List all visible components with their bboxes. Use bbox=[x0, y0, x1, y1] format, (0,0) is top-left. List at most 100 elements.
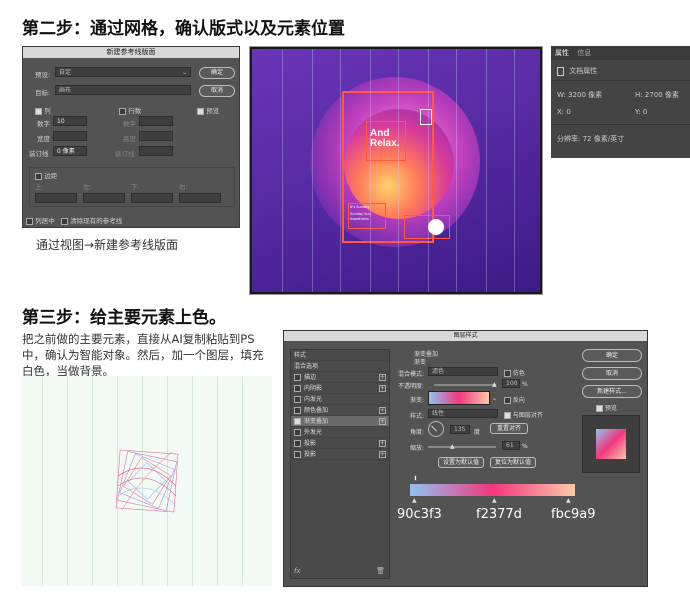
percent-label: % bbox=[522, 381, 528, 388]
tab-info[interactable]: 信息 bbox=[577, 49, 591, 57]
style-item[interactable]: 内阴影 + bbox=[291, 383, 389, 394]
margin-toggle[interactable]: 边距 bbox=[35, 170, 57, 180]
angle-dial[interactable] bbox=[428, 421, 444, 437]
new-style-button[interactable]: 新建样式... bbox=[582, 385, 642, 398]
color-stop-2[interactable]: ▲ bbox=[492, 497, 497, 504]
poster-artwork: And Relax. It's Sunday Sunday Sun Sweetn… bbox=[252, 49, 540, 292]
row-number-input[interactable] bbox=[139, 116, 173, 126]
add-icon[interactable]: + bbox=[379, 407, 386, 414]
col-gutter-input[interactable]: 0 像素 bbox=[53, 146, 87, 156]
styles-header[interactable]: 样式 bbox=[291, 350, 389, 361]
style-item[interactable]: 外发光 bbox=[291, 427, 389, 438]
gradient-bar[interactable] bbox=[410, 484, 575, 496]
reverse-label: 反向 bbox=[512, 397, 525, 404]
angle-input[interactable]: 135 bbox=[450, 425, 470, 434]
reverse-toggle[interactable]: 反向 bbox=[504, 395, 525, 404]
add-icon[interactable]: + bbox=[379, 451, 386, 458]
reset-default-button[interactable]: 复位为默认值 bbox=[490, 457, 536, 468]
add-icon[interactable]: + bbox=[379, 385, 386, 392]
row-gutter-input[interactable] bbox=[139, 146, 173, 156]
preview-toggle[interactable]: 预览 bbox=[596, 403, 617, 412]
poster-headline-2: Relax. bbox=[370, 138, 400, 149]
chevron-down-icon[interactable]: ⌄ bbox=[492, 395, 497, 402]
scale-slider[interactable] bbox=[428, 446, 496, 448]
cancel-button[interactable]: 取消 bbox=[582, 367, 642, 380]
add-icon[interactable]: + bbox=[379, 440, 386, 447]
rows-toggle[interactable]: 行数 bbox=[119, 105, 141, 115]
step2-title: 第二步：通过网格，确认版式以及元素位置 bbox=[22, 19, 345, 39]
opacity-label: 不透明度: bbox=[398, 383, 425, 390]
style-item[interactable]: 投影 + bbox=[291, 449, 389, 460]
slider-thumb-icon[interactable]: ▲ bbox=[450, 443, 455, 450]
width-value: W: 3200 像素 bbox=[557, 91, 603, 99]
fx-icon[interactable]: fx bbox=[294, 567, 301, 575]
target-select[interactable]: 画布 bbox=[55, 85, 191, 95]
style-item[interactable]: 描边 + bbox=[291, 372, 389, 383]
preview-label: 预览 bbox=[604, 405, 617, 412]
degree-label: 度 bbox=[474, 429, 481, 436]
guide-line bbox=[217, 376, 218, 586]
style-item-label: 内阴影 bbox=[304, 385, 323, 392]
style-select[interactable]: 线性 bbox=[428, 409, 498, 418]
gradient-overlay-settings: 渐变叠加 渐变 混合模式: 滤色 仿色 不透明度: ▲ 100 % 渐变: ⌄ … bbox=[394, 349, 574, 579]
blend-mode-select[interactable]: 滤色 bbox=[428, 367, 498, 376]
row-number-label: 数字 bbox=[123, 120, 136, 128]
cancel-button[interactable]: 取消 bbox=[199, 85, 235, 97]
margin-top-input[interactable] bbox=[35, 193, 77, 203]
dither-label: 仿色 bbox=[512, 370, 525, 377]
ok-button[interactable]: 确定 bbox=[199, 67, 235, 79]
color-code-3: fbc9a9 bbox=[551, 507, 596, 522]
color-stop-1[interactable]: ▲ bbox=[412, 497, 417, 504]
preset-label: 预设: bbox=[35, 71, 51, 79]
clear-guides-label: 清除现有的参考线 bbox=[70, 217, 123, 225]
style-item[interactable]: 颜色叠加 + bbox=[291, 405, 389, 416]
smart-object-canvas bbox=[22, 376, 272, 586]
opacity-input[interactable]: 100 bbox=[502, 379, 520, 388]
opacity-slider[interactable] bbox=[434, 384, 496, 386]
opacity-stop[interactable] bbox=[414, 475, 417, 481]
style-item[interactable]: 投影 + bbox=[291, 438, 389, 449]
preview-toggle[interactable]: 预览 bbox=[197, 105, 219, 115]
target-label: 目标: bbox=[35, 89, 51, 97]
guide-line bbox=[514, 49, 515, 292]
guide-line bbox=[92, 376, 93, 586]
margin-left-input[interactable] bbox=[83, 193, 125, 203]
margin-right-input[interactable] bbox=[179, 193, 221, 203]
add-icon[interactable]: + bbox=[379, 374, 386, 381]
clear-guides-toggle[interactable]: 清除现有的参考线 bbox=[61, 215, 122, 225]
dialog-title: 新建参考线版面 bbox=[23, 47, 239, 58]
col-width-label: 宽度 bbox=[37, 135, 50, 143]
dither-toggle[interactable]: 仿色 bbox=[504, 368, 525, 377]
guide-line bbox=[242, 376, 243, 586]
reset-align-button[interactable]: 重置对齐 bbox=[490, 423, 528, 434]
style-item-label: 内发光 bbox=[304, 396, 323, 403]
preset-select[interactable]: 自定 ⌄ bbox=[55, 67, 191, 77]
blend-options-item[interactable]: 混合选项 bbox=[291, 361, 389, 372]
layer-style-dialog: 图层样式 样式 混合选项 描边 + 内阴影 + 内发光 颜色叠加 + 渐变叠加 + 外发光 投影 + 投… bbox=[283, 330, 648, 587]
scale-input[interactable]: 61 bbox=[502, 441, 520, 450]
col-width-input[interactable] bbox=[53, 131, 87, 141]
divider bbox=[551, 124, 690, 125]
margin-bottom-input[interactable] bbox=[131, 193, 173, 203]
trash-icon[interactable]: 🗑 bbox=[376, 567, 385, 575]
gradient-preview[interactable] bbox=[428, 391, 490, 405]
step3-description: 把之前做的主要元素，直接从AI复制粘贴到PS中，确认为智能对象。然后，加一个图层… bbox=[22, 332, 264, 378]
y-value: Y: 0 bbox=[635, 108, 648, 116]
color-stop-3[interactable]: ▲ bbox=[566, 497, 571, 504]
center-columns-toggle[interactable]: 列居中 bbox=[26, 215, 55, 225]
checkbox-icon bbox=[294, 396, 301, 403]
tab-properties[interactable]: 属性 bbox=[555, 49, 569, 57]
style-item[interactable]: 渐变叠加 + bbox=[291, 416, 389, 427]
align-layer-toggle[interactable]: 与图层对齐 bbox=[504, 410, 543, 419]
slider-thumb-icon[interactable]: ▲ bbox=[492, 381, 497, 388]
style-item[interactable]: 内发光 bbox=[291, 394, 389, 405]
ok-button[interactable]: 确定 bbox=[582, 349, 642, 362]
margin-label: 边距 bbox=[44, 172, 58, 180]
set-default-button[interactable]: 设置为默认值 bbox=[438, 457, 484, 468]
col-number-input[interactable]: 10 bbox=[53, 116, 87, 126]
style-preview-swatch bbox=[596, 429, 626, 459]
columns-toggle[interactable]: 列 bbox=[35, 105, 51, 115]
add-icon[interactable]: + bbox=[379, 418, 386, 425]
row-height-input[interactable] bbox=[139, 131, 173, 141]
blend-mode-value: 滤色 bbox=[432, 368, 445, 375]
